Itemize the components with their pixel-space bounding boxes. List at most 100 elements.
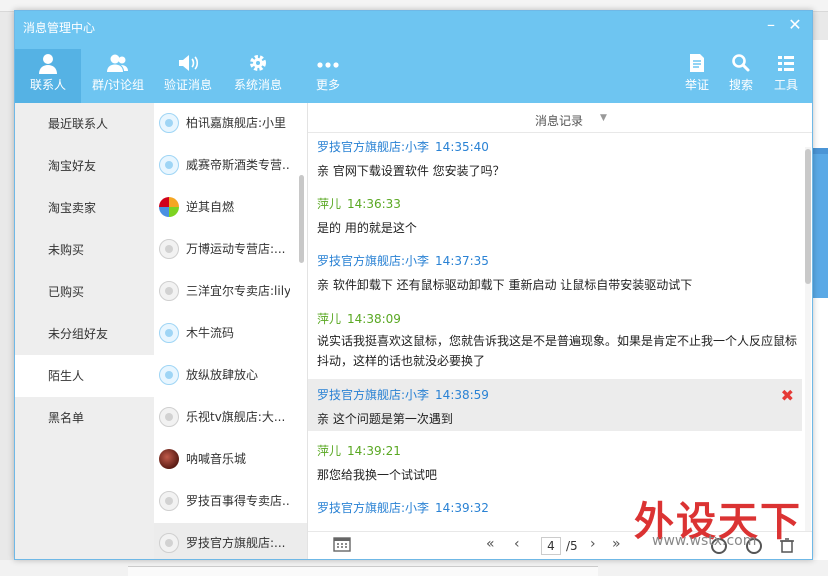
nav-contacts-label: 联系人	[29, 78, 66, 92]
contact-item[interactable]: 乐视tv旗舰店:大...	[154, 397, 307, 439]
history-dropdown[interactable]: 消息记录	[535, 112, 583, 129]
chat-message-highlighted: 罗技官方旗舰店:小李 14:38:59 亲 这个问题是第一次遇到 ✖	[308, 379, 802, 431]
close-button[interactable]: ✕	[785, 15, 805, 34]
message-text: 是的 用的就是这个	[317, 221, 417, 235]
chat-message: 萍儿 14:39:21 那您给我换一个试试吧	[308, 441, 802, 485]
contact-name: 放纵放肆放心	[186, 368, 259, 382]
nav-verify[interactable]: 验证消息	[155, 49, 221, 103]
caret-down-icon[interactable]: ▼	[600, 113, 607, 123]
nav-contacts[interactable]: 联系人	[15, 49, 81, 103]
chat-panel: 消息记录 ▼ 罗技官方旗舰店:小李 14:35:40 亲 官网下载设置软件 您安装…	[308, 103, 812, 559]
message-time: 14:38:09	[347, 312, 401, 326]
contact-name: 罗技官方旗舰店:...	[186, 536, 286, 550]
contact-list: 柏讯嘉旗舰店:小里 威赛帝斯酒类专营... 逆其自燃 万博运动专营店:... 三…	[154, 103, 308, 559]
nav-groups-label: 群/讨论组	[91, 78, 145, 92]
message-time: 14:37:35	[435, 254, 489, 268]
category-item[interactable]: 未购买	[15, 229, 154, 271]
tool-search[interactable]: 搜索	[721, 49, 761, 103]
page-total: /5	[566, 539, 578, 553]
contact-item-selected[interactable]: 罗技官方旗舰店:...	[154, 523, 307, 559]
contact-name: 柏讯嘉旗舰店:小里	[186, 116, 287, 130]
nav-verify-label: 验证消息	[163, 78, 212, 92]
category-item[interactable]: 淘宝卖家	[15, 187, 154, 229]
message-sender: 罗技官方旗舰店:小李	[317, 140, 430, 154]
message-text: 那您给我换一个试试吧	[317, 468, 438, 482]
message-meta: 萍儿 14:39:21	[317, 441, 802, 461]
contact-name: 三洋宜尔专卖店:lily	[186, 284, 290, 298]
background-strip	[128, 566, 598, 576]
avatar	[159, 323, 179, 343]
message-sender: 萍儿	[317, 444, 342, 458]
message-meta: 罗技官方旗舰店:小李 14:35:40	[317, 137, 802, 157]
contact-item[interactable]: 逆其自燃	[154, 187, 307, 229]
message-meta: 罗技官方旗舰店:小李 14:37:35	[317, 251, 802, 271]
category-item[interactable]: 已购买	[15, 271, 154, 313]
group-icon	[85, 49, 151, 77]
contact-item[interactable]: 放纵放肆放心	[154, 355, 307, 397]
nav-more[interactable]: 更多	[295, 49, 361, 103]
avatar	[159, 449, 179, 469]
contact-name: 威赛帝斯酒类专营...	[186, 158, 290, 172]
chat-scrollbar[interactable]	[804, 147, 812, 549]
watermark-url: www.wstx.com	[652, 533, 757, 549]
avatar	[159, 533, 179, 553]
window-header: 消息管理中心 – ✕ 联系人 群/讨论组 验证消息 系统消息 更多 举证 搜索 …	[15, 11, 812, 103]
more-dots-icon	[295, 49, 361, 77]
contact-item[interactable]: 罗技百事得专卖店...	[154, 481, 307, 523]
nav-system[interactable]: 系统消息	[225, 49, 291, 103]
list-icon	[766, 49, 806, 77]
message-text: 说实话我挺喜欢这鼠标，您就告诉我这是不是普遍现象。如果是肯定不止我一个人反应鼠标…	[317, 334, 798, 368]
contact-item[interactable]: 木牛流码	[154, 313, 307, 355]
message-sender: 萍儿	[317, 312, 342, 326]
category-item[interactable]: 黑名单	[15, 397, 154, 439]
message-sender: 萍儿	[317, 197, 342, 211]
scrollbar-thumb[interactable]	[805, 149, 811, 284]
message-manager-window: 消息管理中心 – ✕ 联系人 群/讨论组 验证消息 系统消息 更多 举证 搜索 …	[14, 10, 813, 560]
calendar-icon[interactable]	[333, 536, 351, 555]
contact-item[interactable]: 呐喊音乐城	[154, 439, 307, 481]
message-meta: 罗技官方旗舰店:小李 14:38:59	[317, 385, 802, 405]
delete-message-icon[interactable]: ✖	[781, 386, 794, 405]
nav-more-label: 更多	[315, 78, 340, 92]
nav-groups[interactable]: 群/讨论组	[85, 49, 151, 103]
avatar	[159, 281, 179, 301]
tool-report[interactable]: 举证	[677, 49, 717, 103]
tool-report-label: 举证	[684, 78, 709, 92]
message-text: 亲 官网下载设置软件 您安装了吗？	[317, 164, 505, 178]
minimize-button[interactable]: –	[761, 15, 781, 34]
message-meta: 萍儿 14:38:09	[317, 309, 802, 329]
category-item[interactable]: 淘宝好友	[15, 145, 154, 187]
message-sender: 罗技官方旗舰店:小李	[317, 501, 430, 515]
message-time: 14:35:40	[435, 140, 489, 154]
contact-name: 罗技百事得专卖店...	[186, 494, 290, 508]
contact-name: 呐喊音乐城	[186, 452, 247, 466]
next-page-button[interactable]: ›	[590, 536, 596, 552]
category-item[interactable]: 最近联系人	[15, 103, 154, 145]
message-time: 14:36:33	[347, 197, 401, 211]
message-text: 亲 软件卸载下 还有鼠标驱动卸载下 重新启动 让鼠标自带安装驱动试下	[317, 278, 693, 292]
avatar	[159, 155, 179, 175]
contact-item[interactable]: 柏讯嘉旗舰店:小里	[154, 103, 307, 145]
contact-item[interactable]: 威赛帝斯酒类专营...	[154, 145, 307, 187]
first-page-button[interactable]: «	[486, 536, 495, 552]
contact-scrollbar[interactable]	[299, 175, 304, 263]
page-number-input[interactable]: 4	[541, 537, 561, 555]
last-page-button[interactable]: »	[612, 536, 621, 552]
chat-message: 萍儿 14:38:09 说实话我挺喜欢这鼠标，您就告诉我这是不是普遍现象。如果是肯…	[308, 309, 802, 371]
tool-tools-label: 工具	[773, 78, 798, 92]
contact-item[interactable]: 三洋宜尔专卖店:lily	[154, 271, 307, 313]
nav-system-label: 系统消息	[233, 78, 282, 92]
contact-name: 逆其自燃	[186, 200, 235, 214]
category-item-selected[interactable]: 陌生人	[15, 355, 154, 397]
message-time: 14:38:59	[435, 388, 489, 402]
avatar	[159, 239, 179, 259]
contact-name: 木牛流码	[186, 326, 235, 340]
gear-icon	[225, 49, 291, 77]
contact-item[interactable]: 万博运动专营店:...	[154, 229, 307, 271]
tool-tools[interactable]: 工具	[766, 49, 806, 103]
chat-message: 罗技官方旗舰店:小李 14:37:35 亲 软件卸载下 还有鼠标驱动卸载下 重新启…	[308, 251, 802, 295]
avatar	[159, 491, 179, 511]
speaker-icon	[155, 49, 221, 77]
category-item[interactable]: 未分组好友	[15, 313, 154, 355]
prev-page-button[interactable]: ‹	[514, 536, 520, 552]
